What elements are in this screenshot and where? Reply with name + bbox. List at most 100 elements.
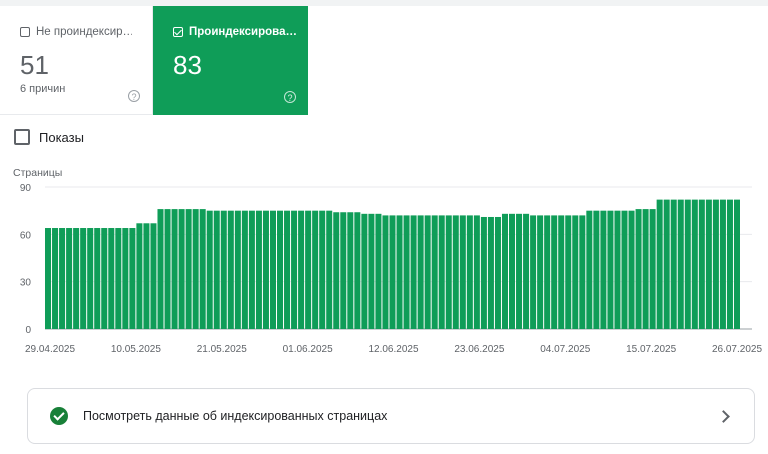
bar[interactable] <box>382 215 389 329</box>
bar[interactable] <box>129 228 136 329</box>
view-indexed-pages-link[interactable]: Посмотреть данные об индексированных стр… <box>27 388 755 444</box>
bar[interactable] <box>269 210 276 329</box>
bar[interactable] <box>45 228 52 329</box>
bar[interactable] <box>73 228 80 329</box>
bar[interactable] <box>291 210 298 329</box>
bar[interactable] <box>733 199 740 329</box>
bar[interactable] <box>677 199 684 329</box>
bar[interactable] <box>185 209 192 329</box>
bar[interactable] <box>410 215 417 329</box>
bar[interactable] <box>656 199 663 329</box>
bar[interactable] <box>298 210 305 329</box>
bar[interactable] <box>171 209 178 329</box>
bar[interactable] <box>101 228 108 329</box>
impressions-toggle[interactable]: Показы <box>14 129 84 145</box>
bar[interactable] <box>178 209 185 329</box>
bar[interactable] <box>607 210 614 329</box>
bar[interactable] <box>565 215 572 329</box>
bar[interactable] <box>319 210 326 329</box>
indexed-checkbox[interactable] <box>173 27 183 37</box>
bar[interactable] <box>199 209 206 329</box>
bar[interactable] <box>59 228 66 329</box>
bar[interactable] <box>593 210 600 329</box>
bar[interactable] <box>326 210 333 329</box>
bar[interactable] <box>494 216 501 329</box>
bar[interactable] <box>684 199 691 329</box>
bar[interactable] <box>234 210 241 329</box>
bar[interactable] <box>628 210 635 329</box>
bar[interactable] <box>551 215 558 329</box>
bar[interactable] <box>635 209 642 329</box>
bar[interactable] <box>649 209 656 329</box>
bar[interactable] <box>368 213 375 329</box>
bar[interactable] <box>445 215 452 329</box>
bar[interactable] <box>361 213 368 329</box>
bar[interactable] <box>150 223 157 329</box>
bar[interactable] <box>642 209 649 329</box>
bar[interactable] <box>537 215 544 329</box>
bar[interactable] <box>277 210 284 329</box>
bar[interactable] <box>621 210 628 329</box>
bar[interactable] <box>66 228 73 329</box>
bar[interactable] <box>473 215 480 329</box>
bar[interactable] <box>516 213 523 329</box>
bar[interactable] <box>333 212 340 329</box>
bar[interactable] <box>417 215 424 329</box>
bar[interactable] <box>248 210 255 329</box>
bar[interactable] <box>558 215 565 329</box>
bar[interactable] <box>227 210 234 329</box>
bar[interactable] <box>424 215 431 329</box>
bar[interactable] <box>614 210 621 329</box>
bar[interactable] <box>438 215 445 329</box>
bar[interactable] <box>705 199 712 329</box>
bar[interactable] <box>354 212 361 329</box>
bar[interactable] <box>719 199 726 329</box>
bar[interactable] <box>431 215 438 329</box>
bar[interactable] <box>340 212 347 329</box>
bar[interactable] <box>122 228 129 329</box>
bar[interactable] <box>143 223 150 329</box>
bar[interactable] <box>213 210 220 329</box>
bar[interactable] <box>115 228 122 329</box>
bar[interactable] <box>241 210 248 329</box>
bar[interactable] <box>284 210 291 329</box>
bar[interactable] <box>87 228 94 329</box>
bar[interactable] <box>136 223 143 329</box>
bar[interactable] <box>691 199 698 329</box>
bar[interactable] <box>501 213 508 329</box>
bar[interactable] <box>403 215 410 329</box>
bar[interactable] <box>375 213 382 329</box>
bar[interactable] <box>157 209 164 329</box>
bar[interactable] <box>466 215 473 329</box>
bar[interactable] <box>164 209 171 329</box>
bar[interactable] <box>312 210 319 329</box>
not-indexed-checkbox[interactable] <box>20 27 30 37</box>
bar[interactable] <box>600 210 607 329</box>
bar[interactable] <box>530 215 537 329</box>
bar[interactable] <box>206 210 213 329</box>
bar[interactable] <box>262 210 269 329</box>
bar[interactable] <box>192 209 199 329</box>
impressions-checkbox[interactable] <box>14 129 30 145</box>
bar[interactable] <box>389 215 396 329</box>
bar[interactable] <box>586 210 593 329</box>
bar[interactable] <box>108 228 115 329</box>
bar[interactable] <box>255 210 262 329</box>
bar[interactable] <box>698 199 705 329</box>
indexed-card[interactable]: Проиндексирова… 83 ? <box>153 6 308 115</box>
bar[interactable] <box>347 212 354 329</box>
bar[interactable] <box>396 215 403 329</box>
bar[interactable] <box>480 216 487 329</box>
bar[interactable] <box>452 215 459 329</box>
bar[interactable] <box>487 216 494 329</box>
bar[interactable] <box>220 210 227 329</box>
bar[interactable] <box>579 215 586 329</box>
not-indexed-card[interactable]: Не проиндексир… 51 6 причин ? <box>0 6 153 115</box>
bar[interactable] <box>459 215 466 329</box>
bar[interactable] <box>509 213 516 329</box>
help-icon[interactable]: ? <box>128 90 140 102</box>
bar[interactable] <box>572 215 579 329</box>
bar[interactable] <box>80 228 87 329</box>
bar[interactable] <box>544 215 551 329</box>
bar[interactable] <box>663 199 670 329</box>
